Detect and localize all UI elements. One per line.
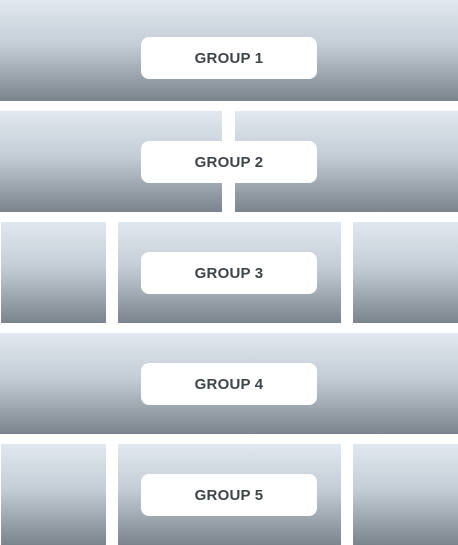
group-3-button[interactable]: GROUP 3: [141, 252, 317, 294]
group-3-tile-right: [353, 222, 458, 323]
group-5-button[interactable]: GROUP 5: [141, 474, 317, 516]
group-4-button[interactable]: GROUP 4: [141, 363, 317, 405]
group-1-button[interactable]: GROUP 1: [141, 37, 317, 79]
group-5-tile-left: [1, 444, 106, 545]
group-2-button[interactable]: GROUP 2: [141, 141, 317, 183]
group-3-tile-left: [1, 222, 106, 323]
group-5-tile-right: [353, 444, 458, 545]
